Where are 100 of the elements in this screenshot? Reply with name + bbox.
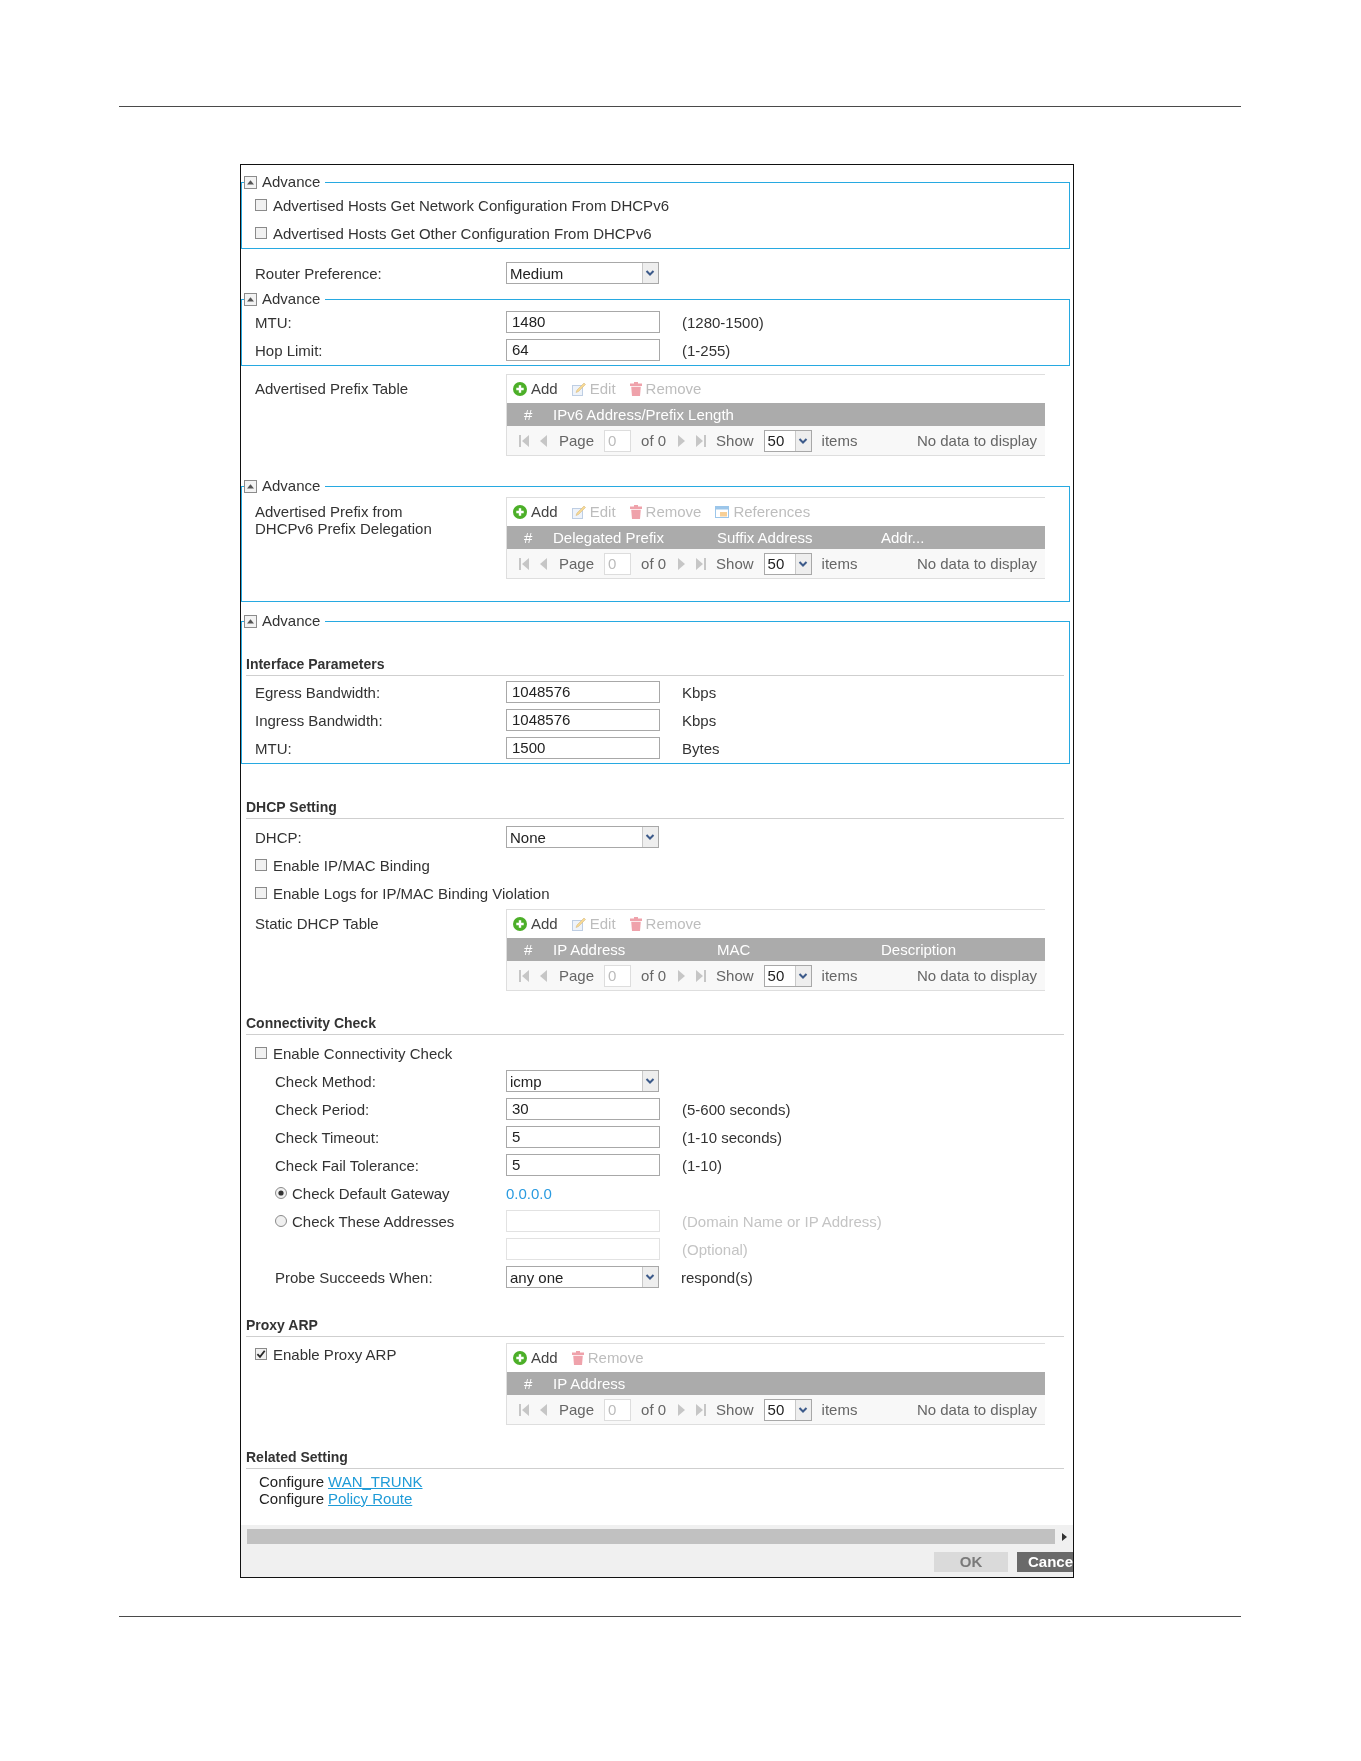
radio-label: Check These Addresses [292, 1212, 455, 1230]
field-label: Advertised Prefix from DHCPv6 Prefix Delegation [255, 503, 433, 537]
add-button[interactable]: Add [513, 380, 558, 398]
column-header: # [524, 940, 533, 958]
text-field[interactable]: 30 [506, 1098, 660, 1120]
text-field[interactable]: 5 [506, 1126, 660, 1148]
collapse-icon[interactable] [244, 175, 257, 189]
add-button[interactable]: Add [513, 503, 558, 521]
last-page-icon[interactable] [696, 557, 707, 570]
text-field[interactable]: 1500 [506, 737, 660, 759]
page-label: Page [559, 1401, 595, 1418]
dropdown-field[interactable]: Medium [506, 262, 659, 284]
configure-label: Configure [259, 1490, 325, 1507]
next-page-icon[interactable] [676, 1403, 687, 1416]
chevron-down-icon[interactable] [794, 430, 811, 451]
show-label: Show [716, 1401, 754, 1418]
checkbox-label: Enable Proxy ARP [273, 1345, 397, 1363]
radio-label: Check Default Gateway [292, 1184, 450, 1202]
field-label: Probe Succeeds When: [275, 1268, 433, 1286]
checkbox[interactable] [255, 227, 267, 239]
items-label: items [821, 555, 858, 572]
column-header: # [524, 405, 533, 423]
checkbox[interactable] [255, 1047, 267, 1059]
last-page-icon[interactable] [696, 434, 707, 447]
column-header: Delegated Prefix [553, 528, 664, 546]
page-count-label: of 0 [641, 967, 667, 984]
last-page-icon[interactable] [696, 1403, 707, 1416]
page-size-dropdown[interactable]: 50 [763, 552, 812, 575]
text-field[interactable]: 1048576 [506, 709, 660, 731]
first-page-icon[interactable] [519, 969, 529, 982]
dropdown-field[interactable]: icmp [506, 1070, 659, 1092]
add-button[interactable]: Add [513, 1349, 558, 1367]
collapse-icon[interactable] [244, 479, 257, 493]
chevron-down-icon[interactable] [642, 1071, 658, 1091]
next-page-icon[interactable] [676, 434, 687, 447]
column-header: # [524, 1374, 533, 1392]
pencil-note-icon [571, 917, 586, 931]
field-label: Check Period: [275, 1100, 370, 1118]
field-label: Check Timeout: [275, 1128, 380, 1146]
dropdown-field[interactable]: any one [506, 1266, 659, 1288]
show-label: Show [716, 432, 754, 449]
field-label: MTU: [255, 313, 292, 331]
chevron-down-icon[interactable] [794, 553, 811, 574]
first-page-icon[interactable] [519, 1403, 529, 1416]
items-label: items [821, 432, 858, 449]
text-field[interactable]: 64 [506, 339, 660, 361]
field-label: Check Method: [275, 1072, 376, 1090]
field-label: Ingress Bandwidth: [255, 711, 383, 729]
text-field[interactable]: 1048576 [506, 681, 660, 703]
column-header: IPv6 Address/Prefix Length [553, 405, 734, 423]
checkbox-label: Advertised Hosts Get Other Configuration From DHCPv6 [273, 224, 652, 242]
address-value: 0.0.0.0 [506, 1184, 552, 1202]
text-field[interactable]: 5 [506, 1154, 660, 1176]
unit-label: (Optional) [682, 1240, 748, 1258]
first-page-icon[interactable] [519, 434, 529, 447]
collapse-icon[interactable] [244, 614, 257, 628]
field-label: Router Preference: [255, 264, 382, 282]
trash-icon [629, 917, 642, 931]
chevron-down-icon[interactable] [642, 1267, 658, 1287]
next-page-icon[interactable] [676, 557, 687, 570]
radio-button[interactable] [275, 1187, 287, 1199]
dropdown-field[interactable]: None [506, 826, 659, 848]
plus-circle-icon [513, 505, 527, 519]
first-page-icon[interactable] [519, 557, 529, 570]
chevron-down-icon[interactable] [794, 965, 811, 986]
field-label: Egress Bandwidth: [255, 683, 381, 701]
text-field[interactable]: 1480 [506, 311, 660, 333]
unit-label: (5-600 seconds) [682, 1100, 791, 1118]
page-size-dropdown[interactable]: 50 [763, 964, 812, 987]
collapse-icon[interactable] [244, 292, 257, 306]
checkbox[interactable] [255, 859, 267, 871]
checkbox-label: Enable Connectivity Check [273, 1044, 453, 1062]
unit-label: (1-255) [682, 341, 731, 359]
checkbox[interactable] [255, 887, 267, 899]
empty-status-text: No data to display [916, 555, 1037, 572]
page-size-dropdown[interactable]: 50 [763, 1398, 812, 1421]
page-size-dropdown[interactable]: 50 [763, 429, 812, 452]
trash-icon [571, 1351, 584, 1365]
column-header: MAC [717, 940, 751, 958]
chevron-down-icon[interactable] [642, 827, 658, 847]
scrollbar-thumb[interactable] [247, 1529, 1055, 1544]
scroll-right-arrow-icon[interactable] [1062, 1532, 1067, 1541]
previous-page-icon[interactable] [539, 1403, 549, 1416]
next-page-icon[interactable] [676, 969, 687, 982]
radio-button[interactable] [275, 1215, 287, 1227]
last-page-icon[interactable] [696, 969, 707, 982]
field-label: Static DHCP Table [255, 915, 380, 932]
chevron-down-icon[interactable] [794, 1399, 811, 1420]
section-title: Proxy ARP [246, 1317, 318, 1333]
empty-status-text: No data to display [916, 967, 1037, 984]
previous-page-icon[interactable] [539, 969, 549, 982]
checkbox-label: Advertised Hosts Get Network Configuration From DHCPv6 [273, 196, 669, 214]
add-button[interactable]: Add [513, 915, 558, 933]
previous-page-icon[interactable] [539, 557, 549, 570]
footer-button[interactable]: Cance [1016, 1552, 1073, 1572]
chevron-down-icon[interactable] [642, 263, 658, 283]
checkbox[interactable] [255, 1348, 267, 1360]
previous-page-icon[interactable] [539, 434, 549, 447]
checkbox[interactable] [255, 199, 267, 211]
section-title: Connectivity Check [246, 1015, 376, 1031]
